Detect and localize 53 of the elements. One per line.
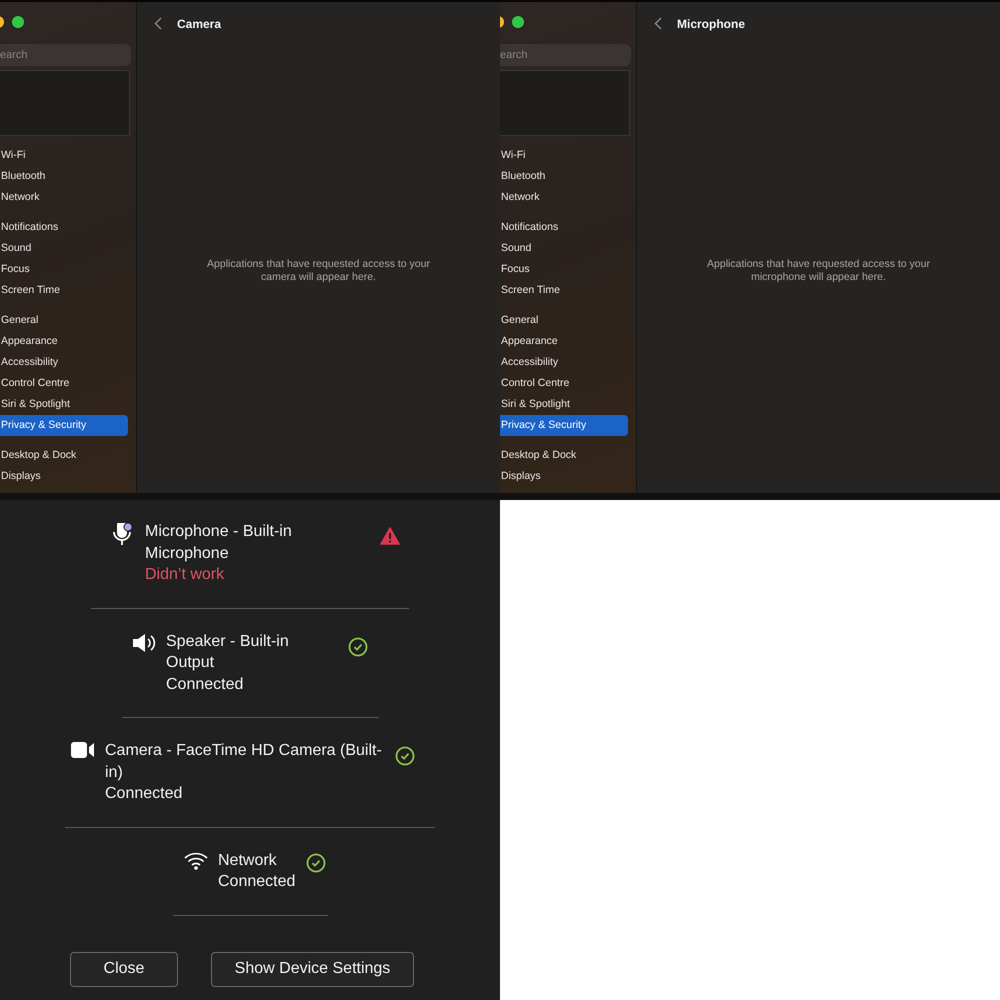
device-name: Network [218,850,278,870]
sidebar-item[interactable]: Notifications [0,217,128,238]
sidebar-item[interactable]: Sound [500,238,628,259]
sidebar-item[interactable]: Control Centre [0,373,128,394]
sidebar-item[interactable]: Appearance [500,331,628,352]
sidebar-item[interactable]: General [0,310,128,331]
device-name: Camera - FaceTime HD Camera (Built-in) [105,741,383,782]
sidebar-item[interactable]: General [500,310,628,331]
sidebar-item[interactable]: Displays [500,466,628,487]
back-icon[interactable] [654,17,662,30]
sidebar-item[interactable]: Focus [500,259,628,280]
pane-title: Microphone [677,16,745,30]
sidebar-item[interactable]: Siri & Spotlight [500,394,628,415]
speaker-icon [132,632,156,652]
sidebar-item[interactable]: Accessibility [0,352,128,373]
sidebar-item[interactable]: Wi-Fi [0,145,128,166]
back-icon[interactable] [154,17,162,30]
device-name: Microphone - Built-in Microphone [145,522,293,564]
sidebar-item[interactable]: Privacy & Security [500,415,628,436]
search-field[interactable]: earch [0,44,131,66]
device-status: Didn’t work [145,565,226,585]
zoom-button[interactable] [12,16,24,28]
device-status: Connected [166,674,244,694]
device-status: Connected [105,784,184,804]
sidebar-item[interactable]: Wi-Fi [500,145,628,166]
sidebar-item[interactable]: Sound [0,238,128,259]
device-status: Connected [218,872,296,892]
video-camera-icon [71,742,95,758]
dialog-button[interactable]: Show Device Settings [211,952,414,986]
sidebar-item[interactable]: Siri & Spotlight [0,394,128,415]
sidebar-item[interactable]: Displays [0,466,128,487]
sidebar-item[interactable]: Network [0,187,128,208]
sidebar-item[interactable]: Notifications [500,217,628,238]
sidebar-item[interactable]: Control Centre [500,373,628,394]
search-field[interactable]: earch [500,44,631,66]
sidebar-item[interactable]: Desktop & Dock [0,445,128,466]
sidebar-item[interactable]: Screen Time [500,280,628,301]
sidebar-item[interactable]: Network [500,187,628,208]
zoom-button[interactable] [512,16,524,28]
sidebar-item[interactable]: Accessibility [500,352,628,373]
sidebar-item[interactable]: Bluetooth [0,166,128,187]
device-name: Speaker - Built-in Output [166,632,290,673]
wifi-icon [184,852,208,870]
sidebar-item[interactable]: Desktop & Dock [500,445,628,466]
sidebar-item[interactable]: Focus [0,259,128,280]
sidebar-item[interactable]: Appearance [0,331,128,352]
sidebar-item[interactable]: Privacy & Security [0,415,128,436]
dialog-button[interactable]: Close [70,952,178,986]
pane-title: Camera [177,16,222,30]
sidebar-item[interactable]: Screen Time [0,280,128,301]
sidebar-item[interactable]: Bluetooth [500,166,628,187]
empty-message: Applications that have requested access to your camera will appear here. [206,258,431,284]
empty-message: Applications that have requested access to your microphone will appear here. [706,258,931,284]
